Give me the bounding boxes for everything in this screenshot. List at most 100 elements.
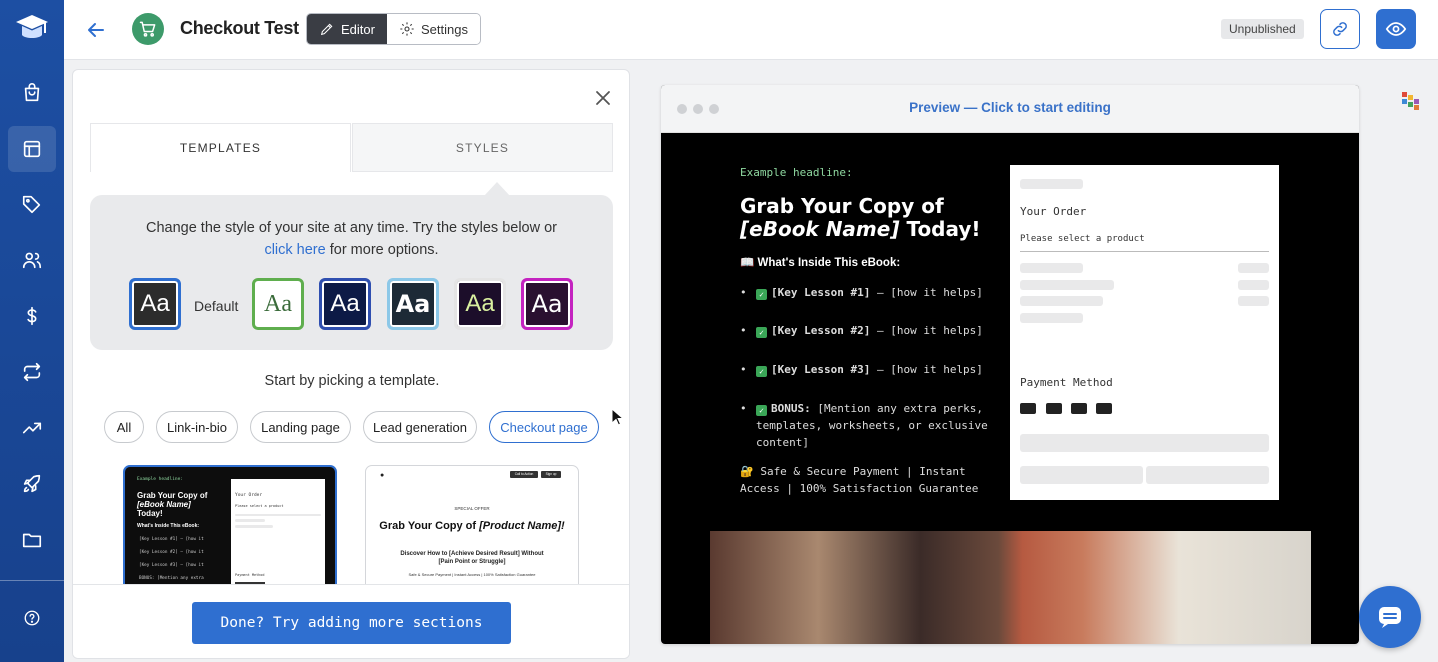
tab-styles[interactable]: STYLES <box>352 123 613 172</box>
design-panel: TEMPLATES STYLES Change the style of you… <box>72 69 630 659</box>
sidebar-item-sales[interactable] <box>8 293 56 339</box>
mastercard-icon <box>1046 403 1062 414</box>
sidebar-item-files[interactable] <box>8 517 56 563</box>
thumb-signup-button: Sign up <box>541 471 561 478</box>
thumb-headline-1: Grab Your Copy of <box>137 491 208 500</box>
style-picker: Change the style of your site at any tim… <box>90 195 613 350</box>
bullet-text: — [how it helps] <box>876 324 983 337</box>
sidebar-item-customers[interactable] <box>8 237 56 283</box>
checkmark-icon: ✓ <box>756 327 767 338</box>
color-palette-icon[interactable] <box>1400 90 1422 112</box>
style-swatch-serif[interactable]: Aa <box>252 278 304 330</box>
card-field[interactable] <box>1020 434 1269 452</box>
thumb-order: Your Order <box>235 493 263 498</box>
preview-headline: Grab Your Copy of [eBook Name] Today! <box>740 195 1010 241</box>
preview-window[interactable]: Preview — Click to start editing Example… <box>661 85 1359 644</box>
style-swatch-text: Aa <box>465 290 495 317</box>
editor-tab[interactable]: Editor <box>307 14 387 44</box>
pencil-icon <box>320 23 333 36</box>
style-swatch-default[interactable]: Aa <box>129 278 181 330</box>
folder-icon <box>22 533 42 548</box>
style-swatch-navy[interactable]: Aa <box>319 278 371 330</box>
tab-templates[interactable]: TEMPLATES <box>90 123 351 172</box>
style-swatch-text: Aa <box>531 290 563 318</box>
template-thumbnail-ebook[interactable]: Example headline: Grab Your Copy of [eBoo… <box>123 465 337 595</box>
template-thumbnail-product[interactable]: ● Call to Action Sign up SPECIAL OFFER G… <box>365 465 579 595</box>
style-swatch-magenta[interactable]: Aa <box>521 278 573 330</box>
divider <box>1020 251 1269 252</box>
style-swatch-slate[interactable]: Aa <box>387 278 439 330</box>
thumb-line: [Key Lesson #1] — [how it <box>139 537 204 542</box>
thumb2-sub: Discover How to [Achieve Desired Result]… <box>366 550 578 566</box>
sidebar-item-help[interactable] <box>8 595 56 641</box>
more-options-link[interactable]: click here <box>264 242 325 258</box>
copy-link-button[interactable] <box>1320 9 1360 49</box>
select-product-text: Please select a product <box>1020 234 1145 244</box>
mouse-cursor-icon <box>611 407 625 426</box>
template-prompt: Start by picking a template. <box>264 373 440 389</box>
sidebar-item-products[interactable] <box>8 181 56 227</box>
sidebar-item-marketing[interactable] <box>8 461 56 507</box>
bullet-text: — [how it helps] <box>876 286 983 299</box>
filter-lead-generation[interactable]: Lead generation <box>363 411 477 443</box>
bullet-item: • ✓ [Key Lesson #3] — [how it helps] <box>740 363 983 377</box>
filter-link-in-bio[interactable]: Link-in-bio <box>156 411 238 443</box>
skeleton-bar <box>1238 296 1269 306</box>
style-swatch-purple[interactable]: Aa <box>454 278 506 330</box>
sidebar-item-analytics[interactable] <box>8 405 56 451</box>
repeat-icon <box>23 362 41 382</box>
logo-icon[interactable] <box>14 12 50 44</box>
checkmark-icon: ✓ <box>756 405 767 416</box>
style-swatch-text: Aa <box>330 290 360 317</box>
style-intro-text-2: for more options. <box>329 242 439 258</box>
example-headline-label: Example headline: <box>740 166 853 179</box>
sidebar-item-pages[interactable] <box>8 126 56 172</box>
style-intro-text-1: Change the style of your site at any tim… <box>145 220 558 236</box>
back-arrow-icon[interactable] <box>84 18 108 42</box>
thumb-special: SPECIAL OFFER <box>454 506 490 511</box>
add-sections-button[interactable]: Done? Try adding more sections <box>192 602 511 644</box>
preview-headline-1: Grab Your Copy of <box>740 194 944 218</box>
eye-icon <box>1385 22 1407 36</box>
close-icon[interactable] <box>593 88 613 108</box>
thumb-line: [Key Lesson #3] — [how it <box>139 563 204 568</box>
chat-icon <box>1379 607 1401 628</box>
skeleton-bar <box>1020 179 1083 189</box>
bullet-bold: [Key Lesson #1] <box>771 286 871 299</box>
style-swatch-text: Aa <box>395 290 431 318</box>
bullet-bold: [Key Lesson #2] <box>771 324 871 337</box>
sidebar-item-subscriptions[interactable] <box>8 349 56 395</box>
bullet-item: • ✓ [Key Lesson #2] — [how it helps] <box>740 324 983 338</box>
gear-icon <box>400 22 414 36</box>
dollar-icon <box>27 306 37 326</box>
tab-pointer <box>484 182 510 196</box>
thumb-cta-button: Call to Action <box>510 471 538 478</box>
card-field[interactable] <box>1020 466 1143 484</box>
inside-heading: 📖 What's Inside This eBook: <box>740 257 901 269</box>
filter-landing-page[interactable]: Landing page <box>250 411 351 443</box>
editor-tab-label: Editor <box>341 21 375 37</box>
order-card: Your Order Please select a product Payme… <box>1010 165 1279 500</box>
preview-button[interactable] <box>1376 9 1416 49</box>
skeleton-bar <box>1020 263 1083 273</box>
settings-tab-label: Settings <box>420 21 468 37</box>
thumb-line: [Key Lesson #2] — [how it <box>139 550 204 555</box>
thumb-select: Please select a product <box>235 504 284 508</box>
thumb-example: Example headline: <box>137 477 184 482</box>
style-swatch-text: Aa <box>140 290 170 317</box>
filter-all[interactable]: All <box>104 411 144 443</box>
chat-support-button[interactable] <box>1359 586 1421 648</box>
bullet-bold: [Key Lesson #3] <box>771 363 871 376</box>
cart-icon <box>132 13 164 45</box>
thumb2-headline-1: Grab Your Copy of <box>379 520 477 532</box>
skeleton-bar <box>1020 313 1083 323</box>
users-icon <box>22 252 42 269</box>
preview-bar: Preview — Click to start editing <box>661 85 1359 133</box>
settings-tab[interactable]: Settings <box>386 14 480 44</box>
preview-photo <box>710 531 1311 644</box>
apple-logo-icon: ● <box>380 472 385 479</box>
filter-checkout-page[interactable]: Checkout page <box>489 411 599 443</box>
card-field[interactable] <box>1146 466 1269 484</box>
sidebar-item-store[interactable] <box>8 70 56 116</box>
default-label: Default <box>194 298 239 314</box>
